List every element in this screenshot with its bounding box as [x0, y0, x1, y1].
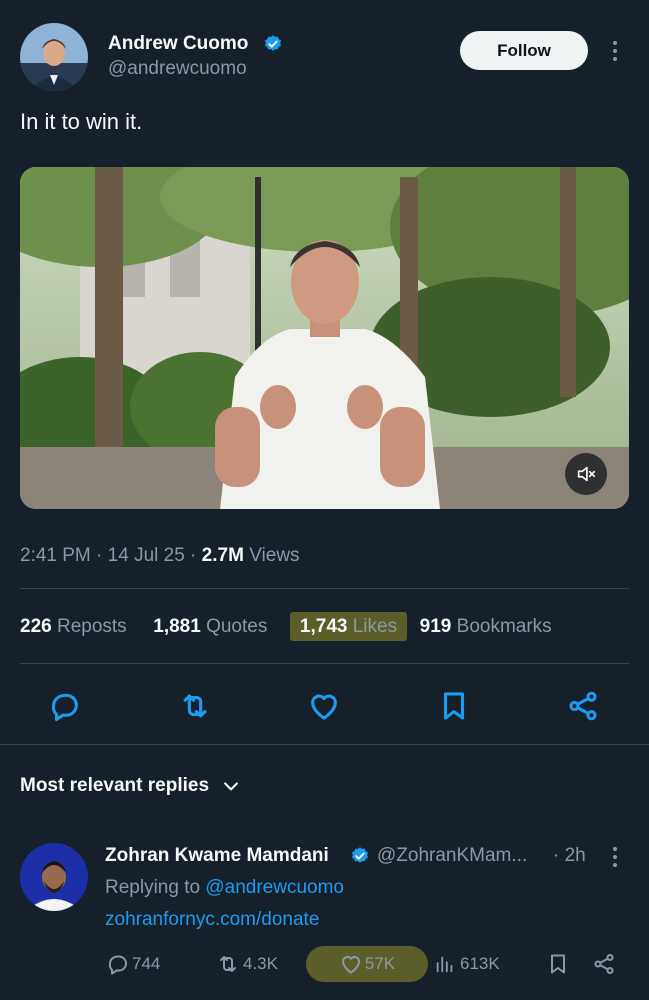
author-name[interactable]: Andrew Cuomo — [108, 33, 248, 55]
bookmark-icon[interactable] — [546, 952, 570, 976]
replying-to-handle[interactable]: @andrewcuomo — [205, 877, 344, 898]
tweet-text: In it to win it. — [20, 109, 143, 134]
more-icon[interactable] — [613, 41, 617, 61]
reply-avatar[interactable] — [20, 843, 88, 911]
stats-row: 226 Reposts 1,881 Quotes 1,743 Likes 919… — [20, 612, 552, 641]
views-label: Views — [249, 545, 300, 566]
verified-badge-icon — [265, 35, 281, 51]
quotes-stat[interactable]: 1,881 Quotes — [153, 616, 267, 637]
reply-author-name[interactable]: Zohran Kwame Mamdani — [105, 845, 329, 866]
volume-muted-icon[interactable] — [565, 453, 607, 495]
heart-icon[interactable] — [307, 689, 341, 728]
chevron-down-icon[interactable] — [221, 776, 241, 796]
replying-to: Replying to @andrewcuomo — [105, 877, 344, 898]
reposts-stat[interactable]: 226 Reposts — [20, 616, 127, 637]
reply-header: Zohran Kwame Mamdani — [105, 845, 329, 867]
heart-icon — [341, 956, 360, 974]
share-icon[interactable] — [592, 952, 616, 976]
author-handle[interactable]: @andrewcuomo — [108, 58, 247, 80]
divider — [20, 588, 629, 589]
reply-icon — [108, 955, 127, 975]
more-icon[interactable] — [613, 847, 617, 867]
reply-icon[interactable] — [48, 689, 82, 728]
reply-views-action[interactable]: 613K — [434, 952, 500, 976]
tweet-date[interactable]: 14 Jul 25 — [108, 545, 185, 566]
bookmarks-stat[interactable]: 919 Bookmarks — [420, 616, 552, 637]
tweet-meta: 2:41 PM · 14 Jul 25 · 2.7M Views — [20, 545, 300, 566]
share-icon[interactable] — [566, 689, 600, 728]
reply-comment-action[interactable]: 744 — [106, 952, 160, 976]
repost-icon[interactable] — [177, 689, 213, 728]
repost-icon — [220, 956, 236, 972]
tweet-video[interactable] — [20, 167, 629, 509]
reply-repost-action[interactable]: 4.3K — [215, 952, 278, 976]
divider — [20, 663, 629, 664]
tweet-time[interactable]: 2:41 PM — [20, 545, 91, 566]
likes-stat[interactable]: 1,743 Likes — [289, 612, 408, 641]
analytics-icon — [436, 956, 453, 973]
reply-time[interactable]: · 2h — [553, 845, 586, 867]
verified-badge-icon — [352, 847, 368, 863]
reply-link[interactable]: zohranfornyc.com/donate — [105, 909, 319, 931]
reply-like-action[interactable]: 57K — [306, 946, 428, 982]
views-count: 2.7M — [201, 545, 244, 566]
reply-author-handle[interactable]: @ZohranKMam... — [377, 845, 527, 867]
follow-button[interactable]: Follow — [460, 31, 588, 70]
bookmark-icon[interactable] — [437, 689, 471, 728]
author-avatar[interactable] — [20, 23, 88, 91]
replies-sort-label[interactable]: Most relevant replies — [20, 775, 209, 797]
divider — [0, 744, 649, 745]
